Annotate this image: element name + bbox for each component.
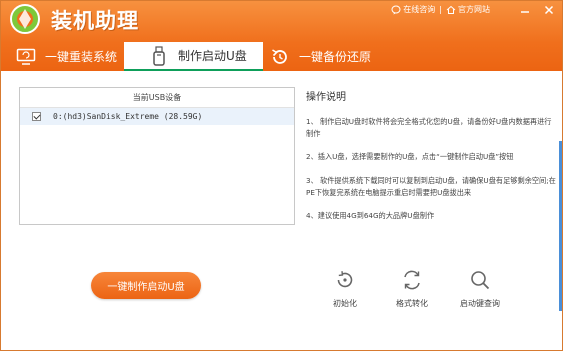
convert-icon bbox=[404, 270, 420, 290]
title-actions: 在线咨询 | 官方网站 bbox=[391, 4, 490, 15]
home-icon bbox=[446, 5, 456, 14]
instructions-title: 操作说明 bbox=[306, 92, 346, 103]
online-consult-link[interactable]: 在线咨询 bbox=[391, 4, 435, 15]
monitor-refresh-icon bbox=[15, 47, 37, 67]
online-consult-label: 在线咨询 bbox=[403, 5, 436, 14]
tab-reinstall-system[interactable]: 一键重装系统 bbox=[15, 42, 125, 71]
initialize-button[interactable]: 初始化 bbox=[315, 269, 375, 309]
format-convert-button[interactable]: 格式转化 bbox=[382, 269, 442, 309]
instructions-panel: 操作说明 1、 制作启动U盘时软件将会完全格式化您的U盘，请备份好U盘内数据再进… bbox=[306, 88, 556, 233]
make-usb-button[interactable]: 一键制作启动U盘 bbox=[91, 272, 201, 299]
scrollbar[interactable] bbox=[559, 141, 562, 311]
usb-device-list: 当前USB设备 0:(hd3)SanDisk_Extreme (28.59G) bbox=[19, 87, 295, 225]
initialize-icon bbox=[337, 271, 353, 288]
instruction-item: 1、 制作启动U盘时软件将会完全格式化您的U盘，请备份好U盘内数据再进行制作 bbox=[306, 117, 552, 138]
close-icon bbox=[544, 5, 554, 15]
window-controls bbox=[518, 4, 556, 16]
device-list-header: 当前USB设备 bbox=[20, 88, 294, 108]
device-checkbox[interactable] bbox=[32, 112, 41, 121]
format-convert-label: 格式转化 bbox=[396, 299, 428, 308]
tab-reinstall-label: 一键重装系统 bbox=[45, 50, 118, 64]
minimize-button[interactable] bbox=[518, 4, 532, 16]
device-row[interactable]: 0:(hd3)SanDisk_Extreme (28.59G) bbox=[20, 108, 294, 125]
close-button[interactable] bbox=[542, 4, 556, 16]
boot-key-query-button[interactable]: 启动键查询 bbox=[450, 269, 510, 309]
search-icon bbox=[471, 271, 490, 290]
tab-backup-label: 一键备份还原 bbox=[299, 50, 372, 64]
chat-icon bbox=[391, 5, 401, 14]
official-site-link[interactable]: 官方网站 bbox=[446, 4, 490, 15]
tab-bar: 一键重装系统 制作启动U盘 一键备份还原 bbox=[1, 42, 562, 71]
instruction-item: 4、建议使用4G到64G的大品牌U盘制作 bbox=[306, 211, 435, 220]
official-site-label: 官方网站 bbox=[458, 5, 490, 14]
usb-icon bbox=[148, 45, 170, 66]
main-window: 装机助理 在线咨询 | 官方网站 一键重装系统 制作启动U盘 一键备份还原 当前… bbox=[0, 0, 563, 351]
tab-make-usb[interactable]: 制作启动U盘 bbox=[124, 42, 263, 71]
app-title: 装机助理 bbox=[51, 8, 139, 33]
header-bar: 装机助理 在线咨询 | 官方网站 一键重装系统 制作启动U盘 一键备份还原 bbox=[1, 1, 562, 71]
initialize-label: 初始化 bbox=[333, 299, 357, 308]
tab-backup-restore[interactable]: 一键备份还原 bbox=[263, 42, 383, 71]
minimize-icon bbox=[521, 11, 529, 13]
instruction-item: 3、 软件提供系统下载同时可以复制到启动U盘，请确保U盘有足够剩余空间;在PE下… bbox=[306, 176, 556, 197]
device-label: 0:(hd3)SanDisk_Extreme (28.59G) bbox=[53, 112, 203, 121]
app-logo-icon bbox=[10, 4, 40, 34]
backup-restore-icon bbox=[269, 47, 291, 67]
boot-key-query-label: 启动键查询 bbox=[460, 299, 500, 308]
tab-make-usb-label: 制作启动U盘 bbox=[178, 49, 247, 63]
instruction-item: 2、插入U盘，选择需要制作的U盘，点击“一键制作启动U盘”按钮 bbox=[306, 152, 514, 161]
separator: | bbox=[439, 5, 442, 14]
